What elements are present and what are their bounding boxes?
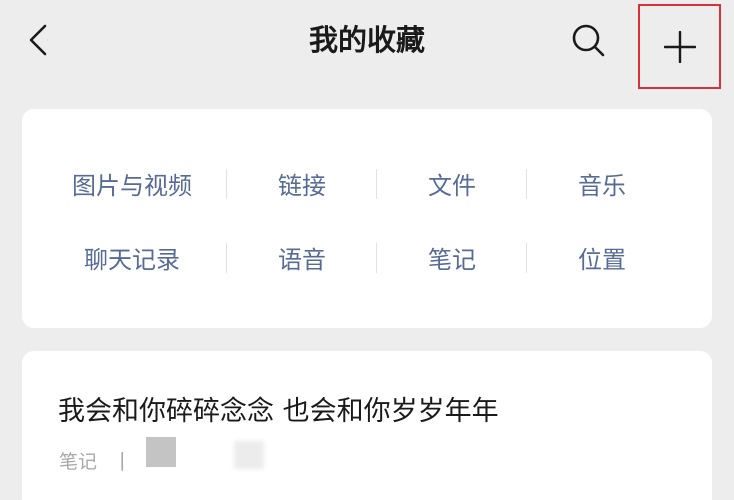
category-chat-history[interactable]: 聊天记录 [22, 237, 227, 277]
favorite-item-text: 我会和你碎碎念念 也会和你岁岁年年 [58, 396, 499, 427]
plus-icon [663, 30, 696, 63]
category-voice[interactable]: 语音 [227, 237, 377, 277]
category-row: 图片与视频 链接 文件 音乐 [22, 163, 712, 203]
category-photos-videos[interactable]: 图片与视频 [22, 163, 227, 203]
page-title: 我的收藏 [308, 23, 425, 57]
search-button[interactable] [566, 18, 610, 62]
category-location[interactable]: 位置 [527, 237, 677, 277]
category-notes[interactable]: 笔记 [377, 237, 527, 277]
favorite-item[interactable]: 我会和你碎碎念念 也会和你岁岁年年 笔记 | [22, 351, 712, 500]
category-filter-card: 图片与视频 链接 文件 音乐 聊天记录 语音 笔记 位置 [22, 109, 712, 328]
favorite-item-type: 笔记 [59, 450, 98, 473]
favorite-item-meta: 笔记 | [59, 447, 125, 473]
category-files[interactable]: 文件 [377, 163, 527, 203]
source-avatar [146, 437, 176, 467]
add-favorite-button[interactable] [638, 4, 721, 89]
source-name-placeholder [234, 441, 264, 469]
navigation-bar: 我的收藏 [0, 0, 734, 89]
search-icon [572, 24, 605, 57]
category-links[interactable]: 链接 [227, 163, 377, 203]
category-row: 聊天记录 语音 笔记 位置 [22, 237, 712, 277]
meta-separator: | [119, 449, 126, 471]
category-music[interactable]: 音乐 [527, 163, 677, 203]
back-button[interactable] [18, 18, 58, 62]
chevron-left-icon [29, 24, 47, 56]
